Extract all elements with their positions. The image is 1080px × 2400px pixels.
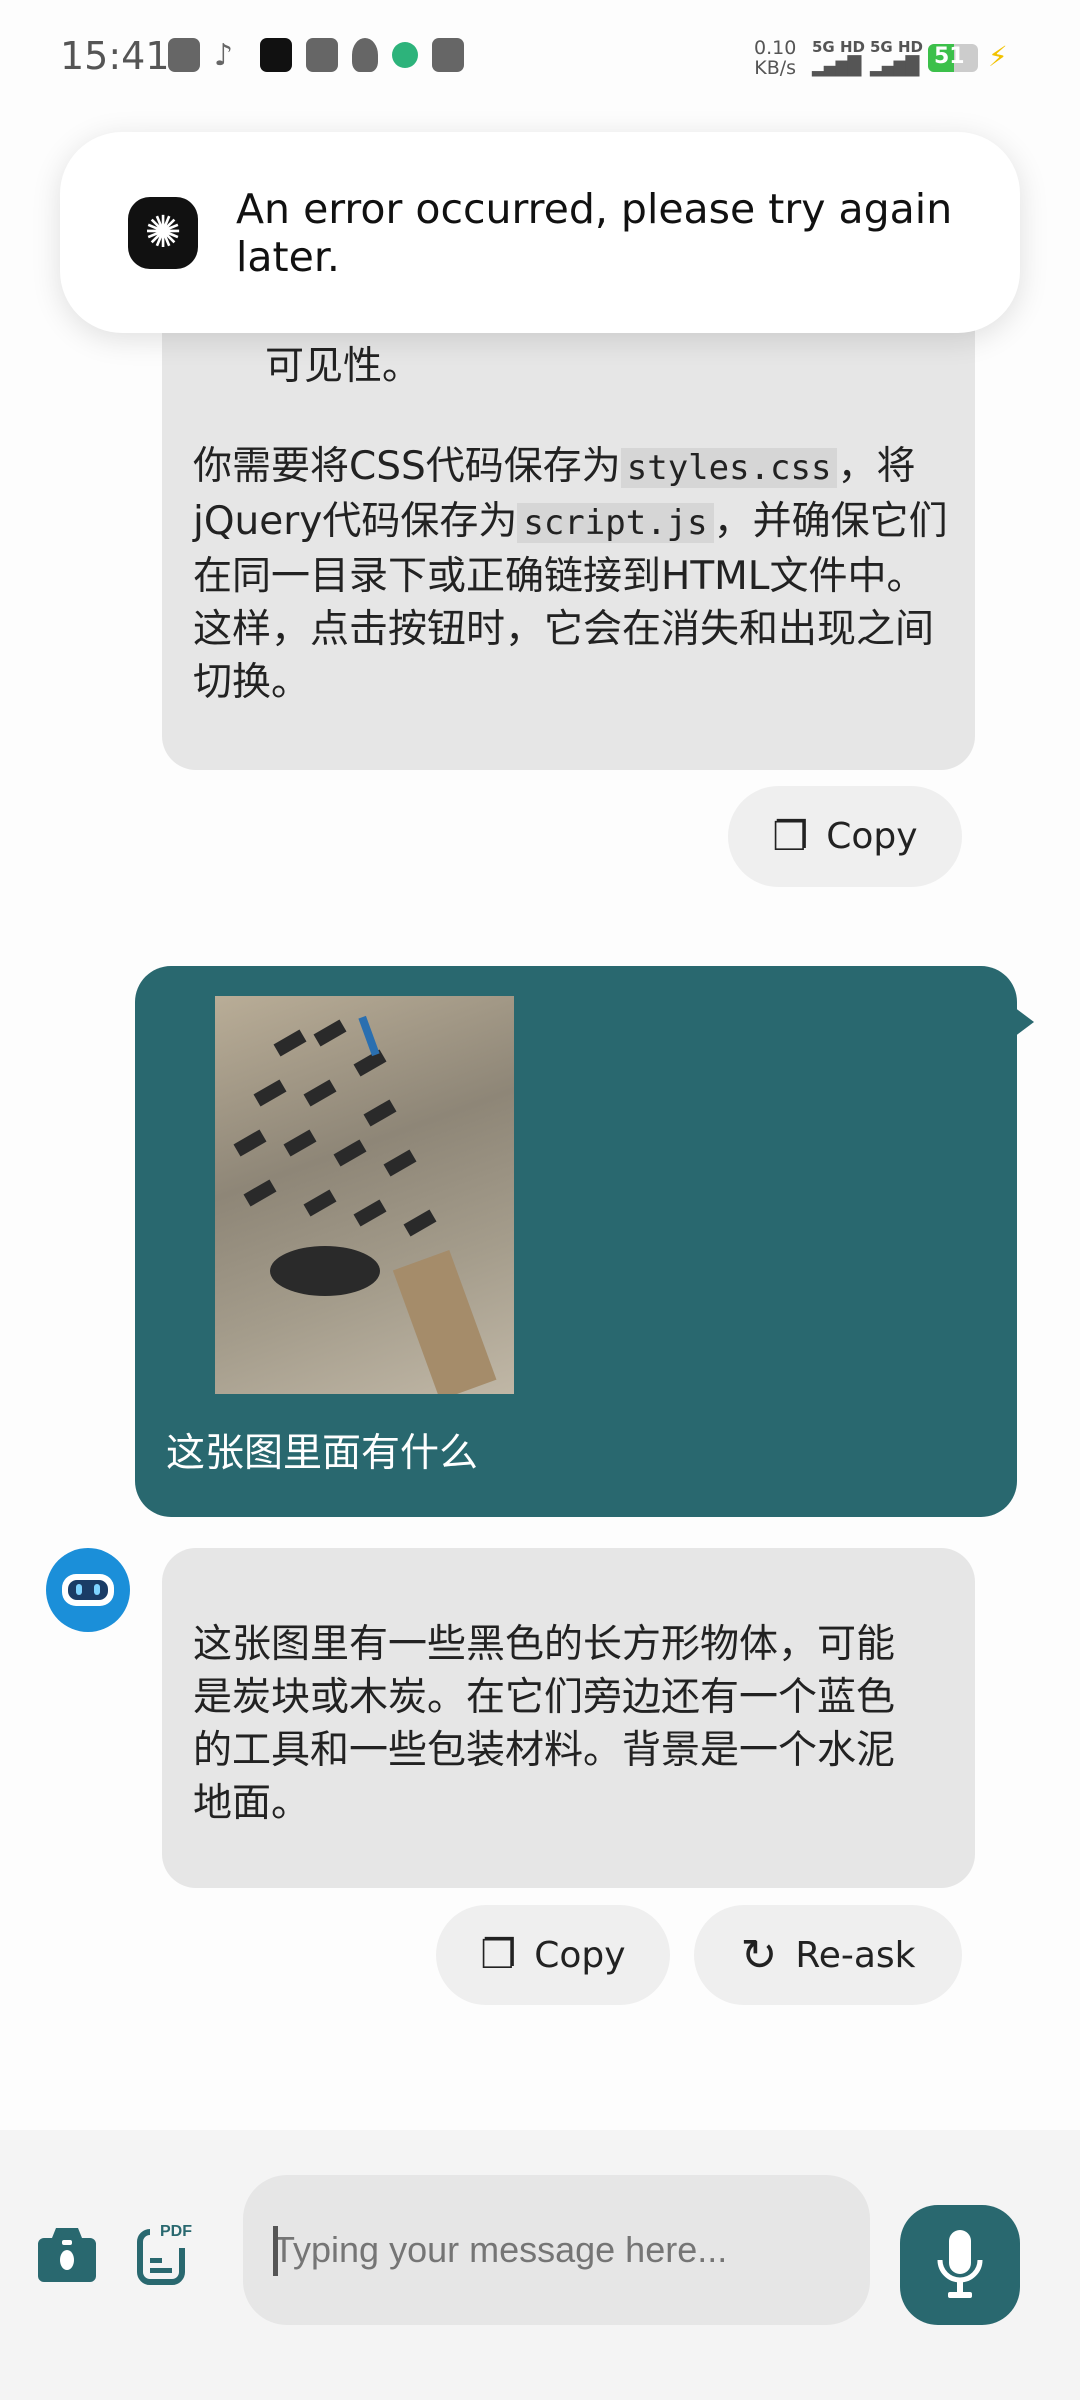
bot-avatar [46,1548,130,1632]
sim1-signal-icon: 5G HD ▂▄▆█ [812,38,865,77]
photo-charcoal [233,1015,497,1394]
pdf-icon: PDF [137,2223,192,2285]
toast-message: An error occurred, please try again late… [236,184,953,281]
tiktok-icon: ♪ [214,38,234,73]
app-logo-icon: ✺ [128,196,198,269]
net-speed: 0.10 KB/s [754,37,797,79]
message-input[interactable] [243,2175,870,2325]
battery-icon: 51 [928,44,978,72]
notification-icons: ♪ [168,38,464,73]
qq-icon [352,38,378,72]
tiktok-lite-icon [260,38,292,72]
user-message-text: 这张图里面有什么 [166,1431,479,1476]
alipay-icon [168,38,200,72]
charging-icon: ⚡ [988,40,1008,73]
app-icon [392,42,418,68]
sim2-signal-icon: 5G HD ▂▄▆█ [870,38,923,77]
svg-text:PDF: PDF [160,2223,192,2240]
message-text: 这张图里有一些黑色的长方形物体，可能是炭块或木炭。在它们旁边还有一个蓝色的工具和… [193,1622,896,1826]
robot-icon [62,1574,114,1606]
music-icon [432,38,464,72]
status-time: 15:41 [60,34,170,78]
camera-icon [38,2228,96,2282]
attached-image[interactable] [215,996,514,1394]
status-bar: 15:41 ♪ 0.10 KB/s 5G HD ▂▄▆█ 5G HD ▂▄▆█ 51 … [0,0,1080,110]
alipay-icon [306,38,338,72]
message-text: 你需要将CSS代码保存为 styles.css ，将jQuery代码保存为 scrip… [193,444,948,705]
copy-button[interactable]: ❐ Copy [436,1905,670,2005]
error-toast: ✺ An error occurred, please try again la… [60,132,1020,333]
bubble-tail [1010,1004,1034,1040]
voice-input-button[interactable] [900,2205,1020,2325]
copy-button[interactable]: ❐ Copy [728,786,962,887]
copy-icon: ❐ [480,1932,517,1978]
message-text-partial: 可见性。 [265,344,422,389]
reask-button[interactable]: ↻ Re-ask [694,1905,962,2005]
user-message: 这张图里面有什么 [135,966,1017,1517]
camera-button[interactable] [38,2222,96,2288]
copy-icon: ❐ [772,813,809,860]
microphone-icon [937,2230,983,2298]
pdf-upload-button[interactable]: PDF [134,2218,200,2294]
assistant-message: 这张图里有一些黑色的长方形物体，可能是炭块或木炭。在它们旁边还有一个蓝色的工具和… [162,1548,975,1888]
refresh-icon: ↻ [740,1929,778,1981]
text-caret [273,2226,278,2276]
